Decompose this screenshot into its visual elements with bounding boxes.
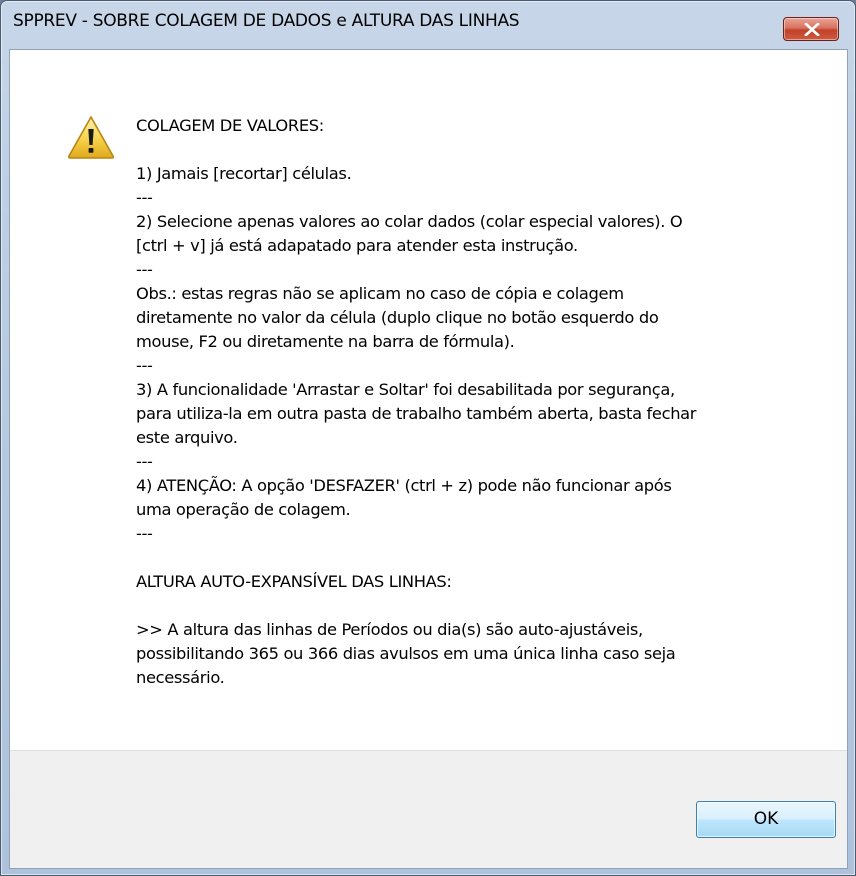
ok-button[interactable]: OK	[696, 801, 836, 838]
message-line: 4) ATENÇÃO: A opção 'DESFAZER' (ctrl + z…	[136, 476, 672, 495]
message-line: ---	[136, 260, 153, 279]
title-bar[interactable]: SPPREV - SOBRE COLAGEM DE DADOS e ALTURA…	[1, 1, 855, 41]
message-line: mouse, F2 ou diretamente na barra de fór…	[136, 332, 515, 351]
message-line: uma operação de colagem.	[136, 500, 351, 519]
message-line: 2) Selecione apenas valores ao colar dad…	[136, 212, 683, 231]
message-line: ---	[136, 188, 153, 207]
message-line: ---	[136, 356, 153, 375]
message-line: 1) Jamais [recortar] células.	[136, 164, 352, 183]
message-line: 3) A funcionalidade 'Arrastar e Soltar' …	[136, 380, 675, 399]
section-title-altura: ALTURA AUTO-EXPANSÍVEL DAS LINHAS:	[136, 572, 452, 591]
close-x-icon	[804, 23, 820, 36]
message-line: este arquivo.	[136, 428, 238, 447]
message-line: Obs.: estas regras não se aplicam no cas…	[136, 284, 624, 303]
message-line: para utiliza-la em outra pasta de trabal…	[136, 404, 697, 423]
warning-icon	[67, 116, 115, 159]
window-title: SPPREV - SOBRE COLAGEM DE DADOS e ALTURA…	[13, 11, 520, 31]
message-line: ---	[136, 452, 153, 471]
message-line: diretamente no valor da célula (duplo cl…	[136, 308, 659, 327]
message-line: >> A altura das linhas de Períodos ou di…	[136, 620, 643, 639]
message-text: COLAGEM DE VALORES: 1) Jamais [recortar]…	[136, 114, 816, 690]
button-bar: OK	[10, 750, 847, 868]
message-box-window: SPPREV - SOBRE COLAGEM DE DADOS e ALTURA…	[0, 0, 856, 876]
close-button[interactable]	[783, 17, 839, 41]
dialog-content: COLAGEM DE VALORES: 1) Jamais [recortar]…	[9, 49, 848, 869]
message-line: necessário.	[136, 668, 225, 687]
message-line: [ctrl + v] já está adapatado para atende…	[136, 236, 578, 255]
section-title-colagem: COLAGEM DE VALORES:	[136, 116, 324, 135]
message-line: ---	[136, 524, 153, 543]
message-line: possibilitando 365 ou 366 dias avulsos e…	[136, 644, 676, 663]
